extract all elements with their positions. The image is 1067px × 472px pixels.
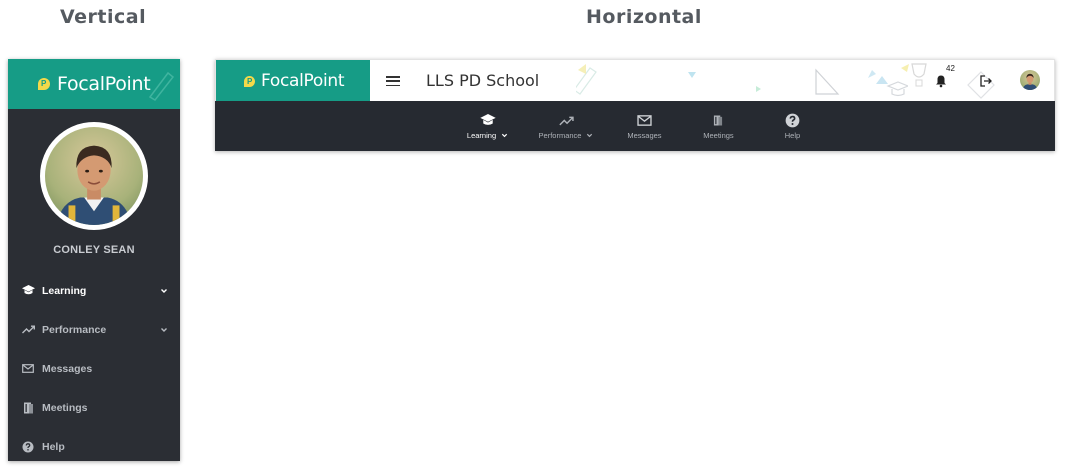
horizontal-header: FocalPoint LLS PD School 42 bbox=[215, 59, 1055, 101]
profile-avatar[interactable] bbox=[40, 122, 148, 230]
nav-item-label: Help bbox=[784, 130, 801, 140]
focalpoint-logo-icon bbox=[244, 75, 255, 88]
sidebar-item-meetings[interactable]: Meetings bbox=[8, 388, 180, 427]
hamburger-menu-icon[interactable] bbox=[386, 74, 400, 88]
sidebar-item-messages[interactable]: Messages bbox=[8, 349, 180, 388]
sidebar-item-label: Performance bbox=[42, 323, 107, 336]
nav-item-label: Performance bbox=[538, 130, 582, 140]
brand-name: FocalPoint bbox=[57, 73, 151, 95]
chevron-down-icon bbox=[587, 133, 593, 137]
school-title: LLS PD School bbox=[426, 71, 540, 90]
user-name: CONLEY SEAN bbox=[53, 244, 135, 256]
sidebar-item-help[interactable]: Help bbox=[8, 427, 180, 461]
pencil-decoration-icon bbox=[148, 71, 175, 101]
header-brand[interactable]: FocalPoint bbox=[216, 60, 370, 101]
chevron-down-icon bbox=[502, 133, 508, 137]
trend-up-icon bbox=[558, 113, 574, 129]
nav-item-meetings[interactable]: Meetings bbox=[695, 101, 741, 151]
focalpoint-logo-icon bbox=[38, 78, 50, 90]
sidebar-brand[interactable]: FocalPoint bbox=[8, 59, 180, 109]
sidebar-item-performance[interactable]: Performance bbox=[8, 310, 180, 349]
sidebar-item-label: Help bbox=[42, 440, 65, 453]
vertical-caption: Vertical bbox=[60, 6, 147, 28]
vertical-nav: Learning Performance Messages Meetings H… bbox=[8, 271, 180, 461]
sidebar-item-label: Learning bbox=[42, 284, 87, 297]
notification-count-badge: 42 bbox=[946, 64, 955, 73]
envelope-icon bbox=[637, 113, 652, 129]
sidebar-item-label: Messages bbox=[42, 362, 93, 375]
chevron-down-icon bbox=[161, 327, 167, 332]
nav-item-learning[interactable]: Learning bbox=[465, 101, 511, 151]
question-circle-icon bbox=[21, 440, 35, 454]
trend-up-icon bbox=[21, 323, 35, 337]
nav-item-messages[interactable]: Messages bbox=[621, 101, 667, 151]
nav-item-label: Messages bbox=[627, 130, 662, 140]
vertical-sidebar: FocalPoint CONLEY SEAN Learning bbox=[8, 59, 180, 461]
sidebar-item-learning[interactable]: Learning bbox=[8, 271, 180, 310]
door-icon bbox=[21, 401, 35, 415]
notification-bell-icon[interactable] bbox=[935, 74, 947, 88]
decoration-graduation-cap-icon bbox=[868, 70, 908, 97]
nav-item-help[interactable]: Help bbox=[769, 101, 815, 151]
question-circle-icon bbox=[785, 113, 800, 129]
graduation-cap-icon bbox=[479, 113, 496, 129]
door-icon bbox=[713, 113, 723, 129]
nav-item-label: Meetings bbox=[703, 130, 734, 140]
brand-name: FocalPoint bbox=[261, 71, 345, 91]
user-avatar-small[interactable] bbox=[1020, 70, 1040, 90]
sidebar-item-label: Meetings bbox=[42, 401, 88, 414]
nav-item-label: Learning bbox=[466, 130, 497, 140]
horizontal-caption: Horizontal bbox=[586, 6, 702, 28]
nav-item-performance[interactable]: Performance bbox=[539, 101, 594, 151]
profile-photo bbox=[45, 127, 143, 225]
horizontal-navbar: FocalPoint LLS PD School 42 bbox=[215, 59, 1055, 151]
horizontal-nav: Learning Performance Messages Meetings H… bbox=[215, 101, 1055, 151]
logout-icon[interactable] bbox=[979, 74, 993, 88]
graduation-cap-icon bbox=[21, 284, 35, 298]
chevron-down-icon bbox=[161, 288, 167, 293]
envelope-icon bbox=[21, 362, 35, 376]
